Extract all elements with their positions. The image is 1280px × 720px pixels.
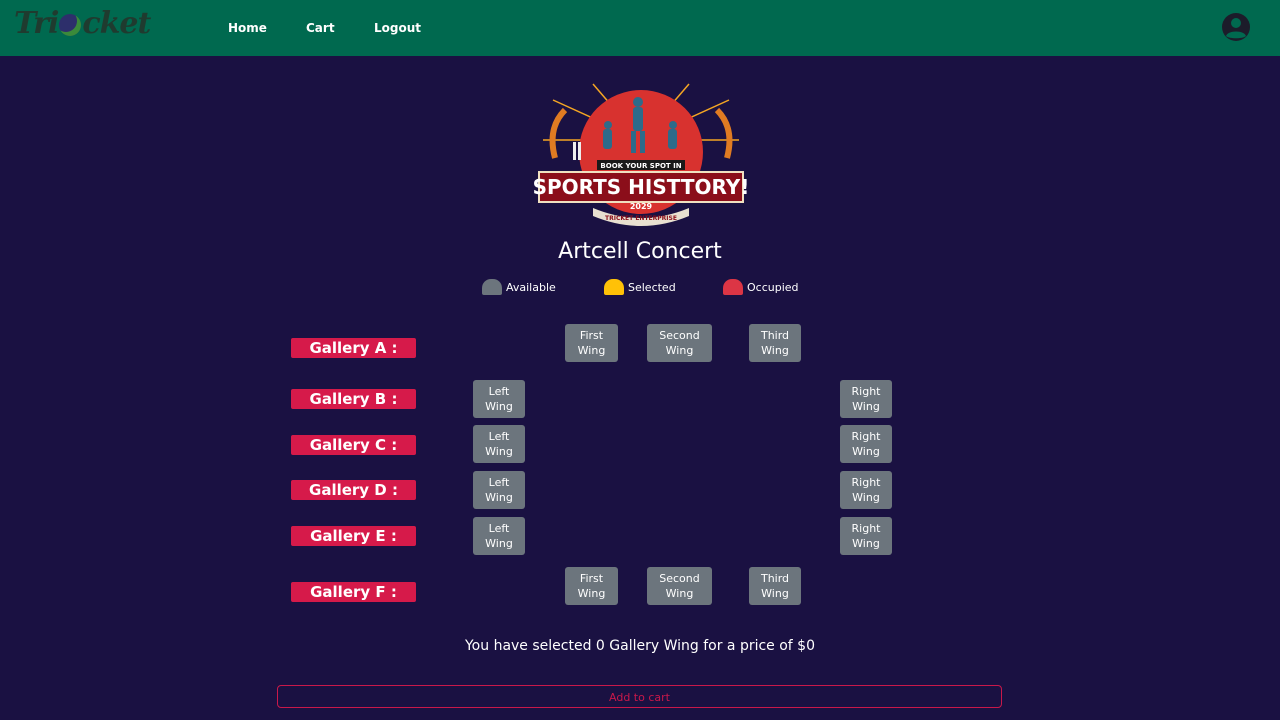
wing-label-line2: Wing — [665, 344, 694, 357]
event-poster: BOOK YOUR SPOT IN SPORTS HISTTORY! 2029 … — [533, 80, 749, 228]
wing-label-line2: Wing — [852, 400, 880, 413]
gallery-e-right-wing[interactable]: Right Wing — [840, 517, 892, 555]
brand-text-part2: cket — [82, 6, 151, 41]
wing-label-line2: Wing — [761, 587, 789, 600]
poster-top-text: BOOK YOUR SPOT IN — [600, 162, 681, 170]
gallery-c-left-wing[interactable]: Left Wing — [473, 425, 525, 463]
wing-label-line1: Right — [851, 430, 881, 443]
gallery-e-left-wing[interactable]: Left Wing — [473, 517, 525, 555]
wing-label-line1: Left — [488, 522, 510, 535]
gallery-c-label: Gallery C : — [291, 435, 416, 455]
gallery-b-right-wing[interactable]: Right Wing — [840, 380, 892, 418]
wing-label-line1: Right — [851, 522, 881, 535]
wing-label-line2: Wing — [761, 344, 789, 357]
selection-summary: You have selected 0 Gallery Wing for a p… — [464, 638, 815, 654]
selected-seat-icon — [604, 279, 624, 295]
gallery-a-label: Gallery A : — [291, 338, 416, 358]
legend-occupied-label: Occupied — [747, 281, 799, 294]
wing-label-line1: Second — [659, 329, 700, 342]
legend-occupied: Occupied — [723, 279, 799, 297]
wing-label-line2: Wing — [485, 537, 513, 550]
gallery-b-left-wing[interactable]: Left Wing — [473, 380, 525, 418]
wing-label-line1: Left — [488, 476, 510, 489]
gallery-a-second-wing[interactable]: Second Wing — [647, 324, 712, 362]
wing-label-line2: Wing — [852, 491, 880, 504]
wing-label-line1: Third — [760, 572, 790, 585]
wing-label-line1: Right — [851, 385, 881, 398]
gallery-a-first-wing[interactable]: First Wing — [565, 324, 618, 362]
available-seat-icon — [482, 279, 502, 295]
cricket-ball-icon — [59, 14, 82, 36]
user-avatar-icon[interactable] — [1219, 12, 1253, 42]
gallery-b-label: Gallery B : — [291, 389, 416, 409]
gallery-f-label: Gallery F : — [291, 582, 416, 602]
wing-label-line1: First — [579, 572, 604, 585]
add-to-cart-button[interactable]: Add to cart — [277, 685, 1002, 708]
wing-label-line1: Left — [488, 385, 510, 398]
poster-ribbon: TRICKET ENTERPRISE — [605, 215, 677, 222]
brand-logo[interactable]: Tri cket — [14, 4, 151, 44]
brand-text-part1: Tri — [14, 6, 59, 41]
occupied-seat-icon — [723, 279, 743, 295]
wing-label-line2: Wing — [485, 445, 513, 458]
event-title: Artcell Concert — [558, 239, 722, 264]
nav-home-link[interactable]: Home — [228, 20, 267, 36]
poster-year: 2029 — [630, 202, 653, 211]
wing-label-line1: Third — [760, 329, 790, 342]
gallery-f-third-wing[interactable]: Third Wing — [749, 567, 801, 605]
wing-label-line1: Left — [488, 430, 510, 443]
wing-label-line1: First — [579, 329, 604, 342]
gallery-f-first-wing[interactable]: First Wing — [565, 567, 618, 605]
wing-label-line2: Wing — [577, 344, 606, 357]
gallery-d-right-wing[interactable]: Right Wing — [840, 471, 892, 509]
nav-logout-link[interactable]: Logout — [374, 20, 421, 36]
gallery-f-second-wing[interactable]: Second Wing — [647, 567, 712, 605]
legend-available-label: Available — [506, 281, 556, 294]
wing-label-line1: Second — [659, 572, 700, 585]
gallery-a-third-wing[interactable]: Third Wing — [749, 324, 801, 362]
wing-label-line2: Wing — [485, 400, 513, 413]
wing-label-line2: Wing — [852, 445, 880, 458]
legend-available: Available — [482, 279, 556, 297]
gallery-d-left-wing[interactable]: Left Wing — [473, 471, 525, 509]
legend-selected-label: Selected — [628, 281, 676, 294]
wing-label-line2: Wing — [852, 537, 880, 550]
poster-headline: SPORTS HISTTORY! — [533, 175, 749, 199]
wing-label-line1: Right — [851, 476, 881, 489]
wing-label-line2: Wing — [665, 587, 694, 600]
legend-selected: Selected — [604, 279, 676, 297]
wing-label-line2: Wing — [485, 491, 513, 504]
gallery-d-label: Gallery D : — [291, 480, 416, 500]
gallery-e-label: Gallery E : — [291, 526, 416, 546]
nav-cart-link[interactable]: Cart — [306, 20, 335, 36]
wing-label-line2: Wing — [577, 587, 606, 600]
navbar: Tri cket Home Cart Logout — [0, 0, 1280, 56]
gallery-c-right-wing[interactable]: Right Wing — [840, 425, 892, 463]
